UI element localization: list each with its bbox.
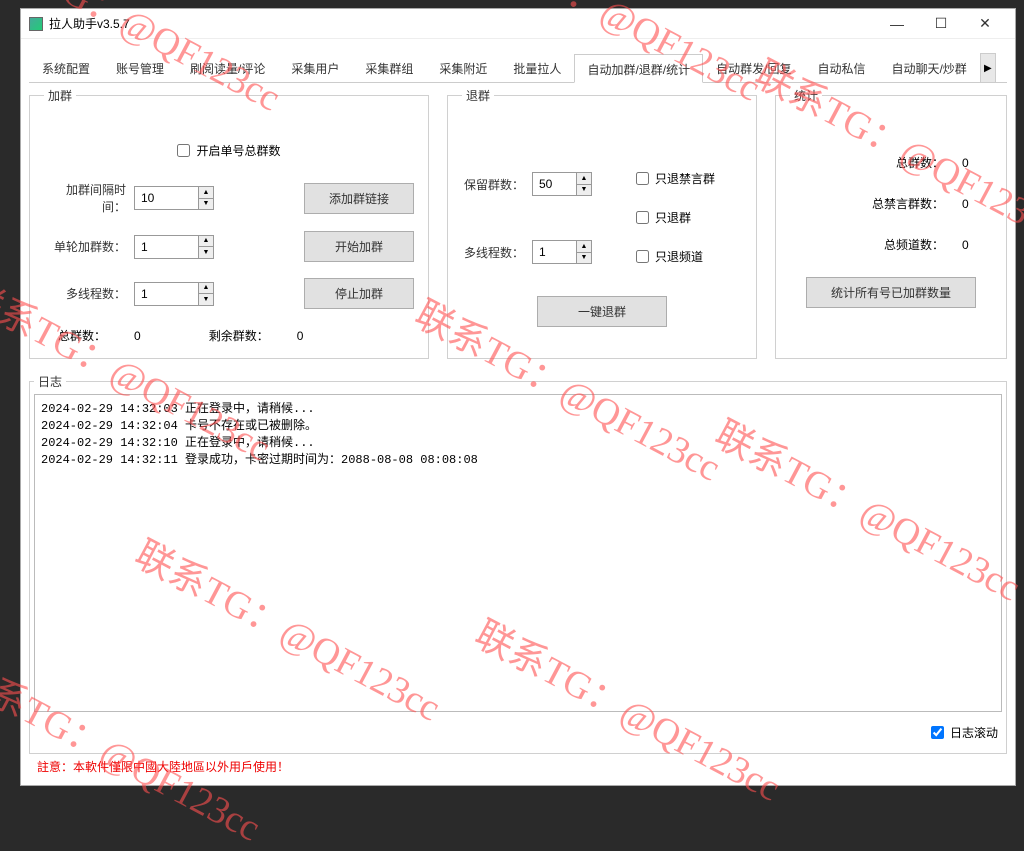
stop-join-button[interactable]: 停止加群 (304, 278, 414, 309)
remain-groups-label: 剩余群数： (209, 329, 269, 343)
maximize-button[interactable]: ☐ (919, 10, 963, 38)
quit-threads-spinner[interactable]: ▲▼ (576, 240, 592, 264)
keep-label: 保留群数： (462, 176, 524, 193)
log-scroll-checkbox[interactable] (931, 726, 944, 739)
tab-auto-dm[interactable]: 自动私信 (804, 53, 878, 82)
minimize-button[interactable]: ― (875, 10, 919, 38)
stats-legend: 统计 (790, 87, 822, 104)
titlebar: 拉人助手v3.5.7 ― ☐ ✕ (21, 9, 1015, 39)
tab-collect-group[interactable]: 采集群组 (352, 53, 426, 82)
keep-input[interactable] (532, 172, 576, 196)
round-label: 单轮加群数： (44, 238, 126, 255)
stats-total-label: 总群数： (854, 154, 944, 171)
tab-auto-send[interactable]: 自动群发/回复 (703, 53, 804, 82)
join-panel: 加群 开启单号总群数 加群间隔时间： ▲▼ 添加群链接 (29, 87, 429, 359)
quit-threads-input[interactable] (532, 240, 576, 264)
remain-groups-value: 0 (297, 329, 304, 343)
only-banned-checkbox[interactable] (636, 172, 649, 185)
tab-scroll-right[interactable]: ▶ (980, 53, 996, 82)
stats-channels-value: 0 (962, 238, 992, 252)
keep-spinner[interactable]: ▲▼ (576, 172, 592, 196)
tab-account-manage[interactable]: 账号管理 (103, 53, 177, 82)
start-join-button[interactable]: 开始加群 (304, 231, 414, 262)
round-input[interactable] (134, 235, 198, 259)
round-spinner[interactable]: ▲▼ (198, 235, 214, 259)
tab-collect-nearby[interactable]: 采集附近 (426, 53, 500, 82)
window-title: 拉人助手v3.5.7 (49, 15, 875, 32)
join-threads-input[interactable] (134, 282, 198, 306)
only-channel-label: 只退频道 (655, 248, 703, 265)
stats-banned-label: 总禁言群数： (854, 195, 944, 212)
interval-spinner[interactable]: ▲▼ (198, 186, 214, 210)
log-legend: 日志 (34, 373, 66, 390)
enable-single-total-label: 开启单号总群数 (196, 142, 280, 159)
total-groups-value: 0 (134, 329, 141, 343)
tab-auto-group[interactable]: 自动加群/退群/统计 (574, 54, 703, 83)
app-icon (29, 17, 43, 31)
tab-collect-user[interactable]: 采集用户 (278, 53, 352, 82)
log-textarea[interactable]: 2024-02-29 14:32:03 正在登录中，请稍候... 2024-02… (34, 394, 1002, 712)
add-link-button[interactable]: 添加群链接 (304, 183, 414, 214)
calc-stats-button[interactable]: 统计所有号已加群数量 (806, 277, 976, 308)
stats-banned-value: 0 (962, 197, 992, 211)
stats-channels-label: 总频道数： (854, 236, 944, 253)
join-threads-spinner[interactable]: ▲▼ (198, 282, 214, 306)
tab-system-config[interactable]: 系统配置 (29, 53, 103, 82)
tab-bar: 系统配置 账号管理 刷阅读量/评论 采集用户 采集群组 采集附近 批量拉人 自动… (29, 53, 1007, 83)
tab-batch-pull[interactable]: 批量拉人 (500, 53, 574, 82)
only-group-checkbox[interactable] (636, 211, 649, 224)
interval-input[interactable] (134, 186, 198, 210)
interval-label: 加群间隔时间： (44, 181, 126, 215)
stats-panel: 统计 总群数： 0 总禁言群数： 0 总频道数： 0 (775, 87, 1007, 359)
total-groups-label: 总群数： (58, 329, 106, 343)
content-area: 加群 开启单号总群数 加群间隔时间： ▲▼ 添加群链接 (21, 83, 1015, 785)
only-banned-label: 只退禁言群 (655, 170, 715, 187)
quit-threads-label: 多线程数： (462, 244, 524, 261)
stats-total-value: 0 (962, 156, 992, 170)
tab-read-comment[interactable]: 刷阅读量/评论 (177, 53, 278, 82)
app-window: 拉人助手v3.5.7 ― ☐ ✕ 系统配置 账号管理 刷阅读量/评论 采集用户 … (20, 8, 1016, 786)
join-threads-label: 多线程数： (44, 285, 126, 302)
only-channel-checkbox[interactable] (636, 250, 649, 263)
join-legend: 加群 (44, 87, 76, 104)
tab-auto-chat[interactable]: 自动聊天/炒群 (878, 53, 979, 82)
warning-text: 註意：本軟件僅限中國大陸地區以外用戶使用！ (29, 754, 1007, 777)
quit-legend: 退群 (462, 87, 494, 104)
quit-all-button[interactable]: 一键退群 (537, 296, 667, 327)
enable-single-total-checkbox[interactable] (177, 144, 190, 157)
log-panel: 日志 2024-02-29 14:32:03 正在登录中，请稍候... 2024… (29, 373, 1007, 754)
close-button[interactable]: ✕ (963, 10, 1007, 38)
log-scroll-label: 日志滚动 (950, 724, 998, 741)
only-group-label: 只退群 (655, 209, 691, 226)
quit-panel: 退群 保留群数： ▲▼ 多线程数： (447, 87, 757, 359)
